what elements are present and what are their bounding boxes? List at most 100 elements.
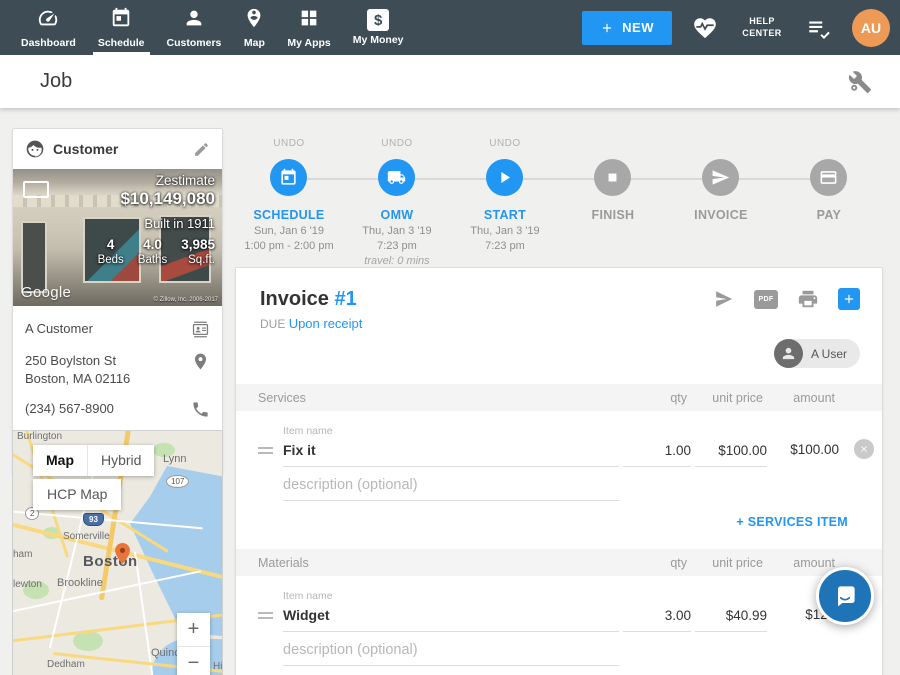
nav-label: My Money — [353, 34, 404, 46]
map-type-buttons: Map Hybrid — [33, 445, 154, 476]
step-finish: FINISH — [559, 138, 667, 267]
plus-icon — [600, 21, 614, 35]
phone-icon[interactable] — [191, 400, 210, 419]
assignee-chip[interactable]: A User — [774, 339, 860, 368]
new-button-label: NEW — [622, 20, 654, 35]
step-label[interactable]: START — [451, 208, 559, 222]
property-photo[interactable]: Zestimate $10,149,080 Built in 1911 4Bed… — [13, 169, 222, 306]
sqft-value: 3,985 — [181, 237, 215, 252]
chat-launcher-button[interactable] — [816, 567, 874, 625]
built-year: Built in 1911 — [98, 216, 215, 231]
material-line-item: Item name Widget 3.00 $40.99 $122. — [236, 576, 882, 666]
finish-stop-icon[interactable] — [594, 159, 631, 196]
step-invoice: INVOICE — [667, 138, 775, 267]
step-label[interactable]: FINISH — [559, 208, 667, 222]
activity-feed-icon[interactable] — [806, 15, 832, 41]
map-type-hybrid-button[interactable]: Hybrid — [88, 445, 154, 476]
map-label-somerville: Somerville — [63, 531, 110, 542]
edit-pencil-icon[interactable] — [193, 141, 210, 158]
new-button[interactable]: NEW — [582, 11, 672, 45]
nav-item-my-apps[interactable]: My Apps — [276, 0, 341, 55]
add-services-item-link[interactable]: + SERVICES ITEM — [736, 515, 848, 529]
undo-omw-button[interactable]: UNDO — [343, 138, 451, 154]
due-terms-link[interactable]: Upon receipt — [289, 316, 363, 331]
health-heart-icon[interactable] — [692, 15, 718, 41]
beds-label: Beds — [98, 254, 124, 266]
map-zoom-control: + − — [177, 613, 210, 675]
omw-truck-icon[interactable] — [378, 159, 415, 196]
nav-item-customers[interactable]: Customers — [156, 0, 233, 55]
map-label-burlington: Burlington — [17, 431, 62, 442]
add-invoice-button[interactable] — [838, 288, 860, 310]
map-label-waltham: ham — [13, 549, 32, 560]
job-location-pin[interactable] — [115, 543, 130, 569]
contact-card-icon[interactable] — [191, 320, 210, 339]
map-type-map-button[interactable]: Map — [33, 445, 87, 476]
qty-field[interactable]: 3.00 — [623, 605, 691, 632]
remove-item-button[interactable] — [854, 439, 874, 459]
nav-item-schedule[interactable]: Schedule — [87, 0, 156, 55]
description-input[interactable] — [283, 638, 619, 666]
materials-header: Materials qty unit price amount — [236, 549, 882, 576]
map-widget[interactable]: Burlington Lynn 107 2 93 Somerville ham … — [12, 430, 223, 675]
job-tools-icon[interactable] — [848, 70, 872, 94]
assignee-avatar — [774, 339, 803, 368]
item-name-label: Item name — [283, 590, 882, 602]
baths-value: 4.0 — [138, 237, 167, 252]
customer-card: Customer Zestimate $10,149,080 Built in … — [12, 128, 223, 475]
zillow-copyright: © Zillow, Inc. 2006-2017 — [154, 297, 218, 303]
nav-item-map[interactable]: Map — [232, 0, 276, 55]
materials-title: Materials — [258, 556, 619, 570]
nav-label: Customers — [167, 37, 222, 49]
zoom-in-button[interactable]: + — [177, 613, 210, 646]
zoom-out-button[interactable]: − — [177, 647, 210, 675]
hcp-map-button[interactable]: HCP Map — [33, 479, 121, 510]
step-date: Sun, Jan 6 '19 — [235, 225, 343, 237]
customer-card-title: Customer — [53, 141, 118, 157]
line-amount: $100.00 — [767, 439, 839, 467]
map-label-newton: lewton — [13, 579, 42, 590]
step-label[interactable]: INVOICE — [667, 208, 775, 222]
qty-field[interactable]: 1.00 — [623, 440, 691, 467]
dashboard-icon — [37, 7, 59, 34]
map-pin-icon — [243, 7, 265, 34]
unit-price-field[interactable]: $100.00 — [695, 440, 767, 467]
send-invoice-icon[interactable] — [713, 288, 735, 310]
undo-start-button[interactable]: UNDO — [451, 138, 559, 154]
pay-card-icon[interactable] — [810, 159, 847, 196]
top-nav: Dashboard Schedule Customers Map My Apps… — [0, 0, 900, 55]
nav-label: Schedule — [98, 37, 145, 49]
step-label[interactable]: SCHEDULE — [235, 208, 343, 222]
step-omw: UNDO OMW Thu, Jan 3 '19 7:23 pm travel: … — [343, 138, 451, 267]
print-icon[interactable] — [797, 288, 819, 310]
qty-column-header: qty — [619, 556, 687, 570]
help-center-link[interactable]: HELP CENTER — [738, 16, 786, 39]
invoice-number[interactable]: #1 — [334, 288, 356, 310]
step-date: Thu, Jan 3 '19 — [451, 225, 559, 237]
start-play-icon[interactable] — [486, 159, 523, 196]
description-input[interactable] — [283, 473, 619, 501]
step-label[interactable]: PAY — [775, 208, 883, 222]
nav-item-my-money[interactable]: $ My Money — [342, 0, 415, 55]
item-name-field[interactable]: Widget — [283, 604, 619, 632]
step-time: 7:23 pm — [343, 240, 451, 252]
drag-handle-icon[interactable] — [258, 609, 273, 632]
drag-handle-icon[interactable] — [258, 444, 273, 467]
step-label[interactable]: OMW — [343, 208, 451, 222]
nav-item-dashboard[interactable]: Dashboard — [10, 0, 87, 55]
item-name-field[interactable]: Fix it — [283, 439, 619, 467]
user-avatar[interactable]: AU — [852, 9, 890, 47]
unit-price-field[interactable]: $40.99 — [695, 605, 767, 632]
invoice-card: Invoice #1 DUE Upon receipt PDF A User S… — [235, 267, 883, 675]
schedule-step-icon[interactable] — [270, 159, 307, 196]
location-pin-icon[interactable] — [191, 352, 210, 371]
pdf-icon[interactable]: PDF — [754, 290, 778, 309]
undo-schedule-button[interactable]: UNDO — [235, 138, 343, 154]
beds-value: 4 — [98, 237, 124, 252]
zestimate-value: $10,149,080 — [98, 189, 215, 209]
streetview-frame-icon[interactable] — [23, 181, 49, 198]
step-date: Thu, Jan 3 '19 — [343, 225, 451, 237]
invoice-send-icon[interactable] — [702, 159, 739, 196]
chat-bubble-icon — [831, 582, 859, 610]
map-label-hingham: Hi — [213, 661, 222, 672]
